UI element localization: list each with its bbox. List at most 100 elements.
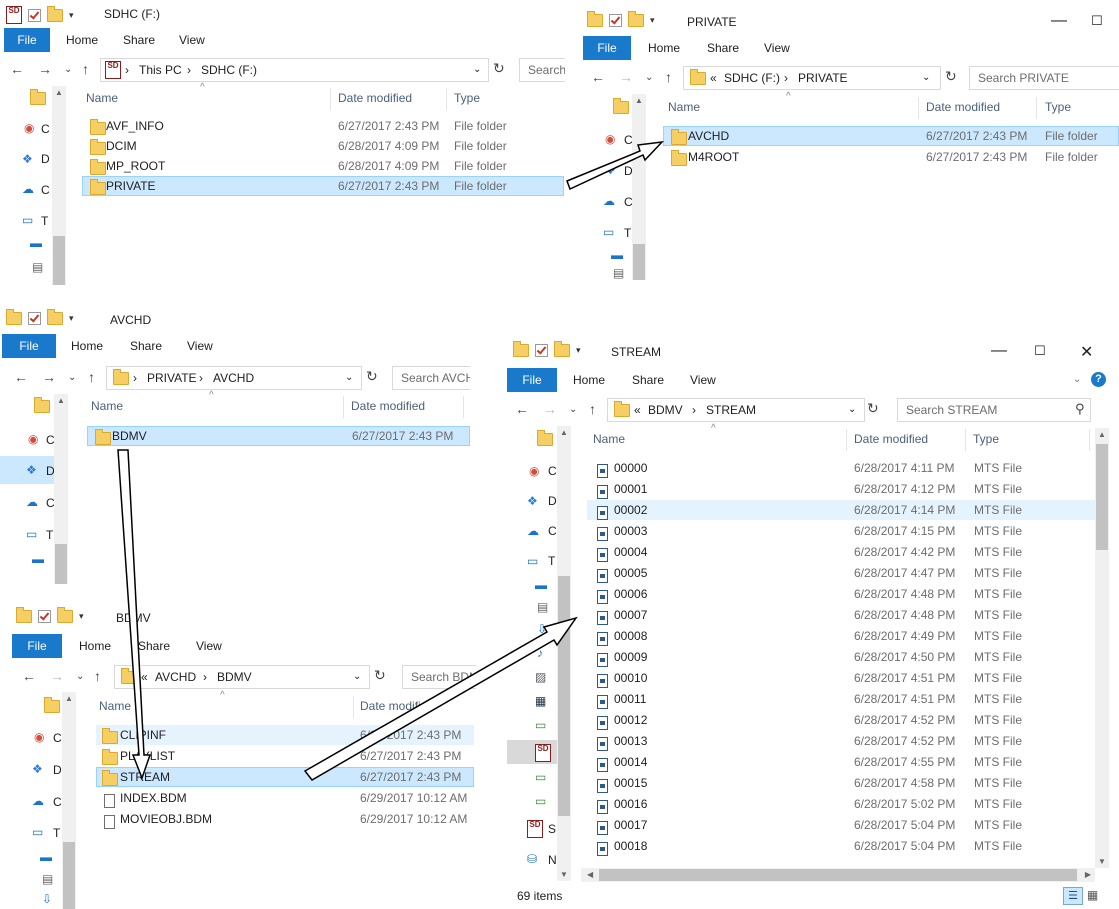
close-icon[interactable]: ✕ — [1080, 342, 1093, 362]
refresh-icon[interactable]: ↻ — [366, 368, 378, 385]
breadcrumb-this-pc[interactable]: This PC — [139, 63, 182, 77]
search-input[interactable]: Search BDM — [402, 665, 476, 689]
address-bar[interactable]: « BDMV › STREAM ⌄ — [607, 398, 865, 422]
nav-item-d[interactable]: D — [41, 152, 50, 166]
nav-item-c[interactable]: C — [53, 731, 62, 745]
expand-ribbon-icon[interactable]: ⌄ — [1073, 374, 1081, 385]
table-row[interactable]: 00003 6/28/2017 4:15 PM MTS File — [587, 521, 1095, 541]
scroll-up-icon[interactable]: ▲ — [1098, 430, 1106, 439]
table-row[interactable]: 00000 6/28/2017 4:11 PM MTS File — [587, 458, 1095, 478]
forward-icon[interactable]: → — [619, 69, 633, 85]
breadcrumb-avchd[interactable]: AVCHD — [155, 670, 196, 684]
table-row[interactable]: 00002 6/28/2017 4:14 PM MTS File — [587, 500, 1095, 520]
nav-scrollbar[interactable]: ▲ — [52, 86, 66, 285]
list-item-selected[interactable]: PRIVATE 6/27/2017 2:43 PM File folder — [82, 176, 564, 196]
column-name[interactable]: Name — [86, 91, 118, 105]
up-icon[interactable]: ↑ — [82, 61, 89, 77]
breadcrumb-sdhc[interactable]: SDHC (F:) — [724, 71, 780, 85]
table-row[interactable]: 00013 6/28/2017 4:52 PM MTS File — [587, 731, 1095, 751]
documents-icon[interactable]: ▤ — [537, 600, 548, 614]
back-icon[interactable]: ← — [22, 668, 36, 684]
nav-item-t[interactable]: T — [46, 528, 53, 542]
breadcrumb-private[interactable]: PRIVATE — [147, 371, 197, 385]
file-list-scroll-thumb[interactable] — [1096, 444, 1108, 550]
this-pc-icon[interactable]: ▭ — [32, 825, 43, 839]
tab-view[interactable]: View — [187, 339, 213, 353]
this-pc-icon[interactable]: ▭ — [527, 554, 538, 568]
refresh-icon[interactable]: ↻ — [945, 68, 957, 85]
quick-access-folder-icon[interactable] — [537, 430, 553, 446]
refresh-icon[interactable]: ↻ — [867, 400, 879, 417]
pictures-icon[interactable]: ▨ — [535, 670, 546, 684]
customize-toolbar-icon[interactable]: ▾ — [69, 10, 74, 21]
file-tab[interactable]: File — [12, 634, 62, 658]
breadcrumb-overflow-icon[interactable]: « — [710, 71, 717, 85]
address-bar[interactable]: SD › This PC › SDHC (F:) ⌄ — [100, 58, 489, 82]
quick-access-folder-icon[interactable] — [30, 89, 46, 105]
tab-share[interactable]: Share — [707, 41, 739, 55]
properties-icon[interactable] — [535, 344, 548, 357]
table-row[interactable]: 00018 6/28/2017 5:04 PM MTS File — [587, 836, 1095, 856]
creative-cloud-icon[interactable]: ◉ — [529, 464, 539, 478]
nav-item-t[interactable]: T — [41, 214, 48, 228]
table-row[interactable]: 00005 6/28/2017 4:47 PM MTS File — [587, 563, 1095, 583]
address-dropdown-icon[interactable]: ⌄ — [353, 671, 361, 682]
forward-icon[interactable]: → — [50, 668, 64, 684]
nav-item-c2[interactable]: C — [548, 524, 557, 538]
onedrive-icon[interactable]: ☁ — [527, 524, 539, 538]
minimize-icon[interactable]: — — [991, 342, 1007, 360]
column-date[interactable]: Date modified — [338, 91, 412, 105]
nav-scrollbar[interactable]: ▲ — [62, 692, 76, 909]
scroll-down-icon[interactable]: ▼ — [560, 870, 568, 879]
recent-chevron-icon[interactable]: ⌄ — [645, 72, 653, 83]
creative-cloud-icon[interactable]: ◉ — [24, 121, 34, 135]
column-date[interactable]: Date modified — [926, 100, 1000, 114]
onedrive-icon[interactable]: ☁ — [32, 794, 44, 808]
onedrive-icon[interactable]: ☁ — [26, 495, 38, 509]
sd-card-icon[interactable]: SD — [527, 820, 543, 838]
properties-icon[interactable] — [38, 610, 51, 623]
nav-scroll-thumb[interactable] — [53, 236, 65, 285]
maximize-icon[interactable]: ☐ — [1034, 343, 1046, 359]
tab-home[interactable]: Home — [648, 41, 680, 55]
refresh-icon[interactable]: ↻ — [374, 667, 386, 684]
forward-icon[interactable]: → — [42, 369, 56, 385]
this-pc-icon[interactable]: ▭ — [603, 225, 614, 239]
table-row[interactable]: 00011 6/28/2017 4:51 PM MTS File — [587, 689, 1095, 709]
documents-icon[interactable]: ▤ — [42, 872, 53, 886]
column-date[interactable]: Date modified — [360, 699, 434, 713]
help-icon[interactable]: ? — [1091, 372, 1106, 387]
creative-cloud-icon[interactable]: ◉ — [605, 132, 615, 146]
list-item[interactable]: M4ROOT 6/27/2017 2:43 PM File folder — [663, 147, 1119, 167]
search-input[interactable]: Search PRIVATE — [969, 66, 1119, 90]
file-tab[interactable]: File — [4, 28, 50, 52]
nav-scrollbar[interactable]: ▲ ▼ — [557, 426, 571, 881]
tab-home[interactable]: Home — [573, 373, 605, 387]
table-row[interactable]: 00009 6/28/2017 4:50 PM MTS File — [587, 647, 1095, 667]
tab-home[interactable]: Home — [66, 33, 98, 47]
address-bar[interactable]: « SDHC (F:) › PRIVATE ⌄ — [683, 66, 941, 90]
scroll-right-icon[interactable]: ▶ — [1085, 870, 1091, 879]
nav-item-c2[interactable]: C — [41, 183, 50, 197]
properties-icon[interactable] — [28, 8, 41, 22]
scroll-up-icon[interactable]: ▲ — [55, 88, 63, 97]
back-icon[interactable]: ← — [10, 61, 24, 77]
desktop-icon[interactable]: ▬ — [32, 552, 44, 566]
column-date[interactable]: Date modified — [351, 399, 425, 413]
recent-chevron-icon[interactable]: ⌄ — [68, 372, 76, 383]
table-row[interactable]: 00004 6/28/2017 4:42 PM MTS File — [587, 542, 1095, 562]
downloads-icon[interactable]: ⇩ — [537, 622, 547, 636]
tab-share[interactable]: Share — [632, 373, 664, 387]
scroll-up-icon[interactable]: ▲ — [560, 428, 568, 437]
back-icon[interactable]: ← — [591, 69, 605, 85]
table-row[interactable]: 00014 6/28/2017 4:55 PM MTS File — [587, 752, 1095, 772]
list-item[interactable]: MOVIEOBJ.BDM 6/29/2017 10:12 AM — [96, 809, 474, 829]
list-item[interactable]: DCIM 6/28/2017 4:09 PM File folder — [82, 136, 564, 156]
list-item[interactable]: MP_ROOT 6/28/2017 4:09 PM File folder — [82, 156, 564, 176]
videos-icon[interactable]: ▦ — [535, 694, 546, 708]
creative-cloud-icon[interactable]: ◉ — [28, 432, 38, 446]
tab-home[interactable]: Home — [71, 339, 103, 353]
maximize-icon[interactable]: ☐ — [1091, 13, 1103, 29]
column-type[interactable]: Type — [454, 91, 480, 105]
address-bar[interactable]: › PRIVATE › AVCHD ⌄ — [106, 366, 362, 390]
